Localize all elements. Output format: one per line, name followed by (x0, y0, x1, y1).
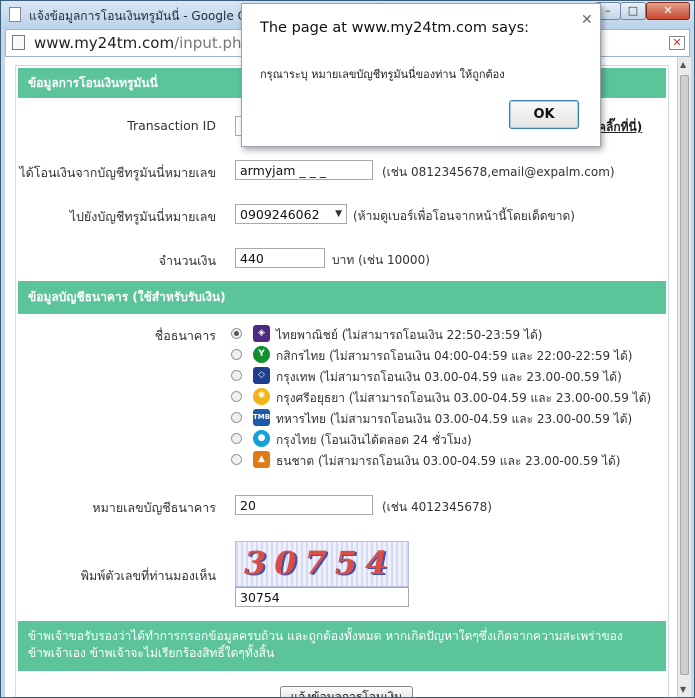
bank-option[interactable]: ✺ กรุงศรีอยุธยา (ไม่สามารถโอนเงิน 03.00-… (231, 387, 661, 407)
bank-radio[interactable] (231, 328, 242, 339)
from-account-hint: (เช่น 0812345678,email@expalm.com) (382, 165, 615, 179)
to-account-label: ไปยังบัญชีทรูมันนี่หมายเลข (69, 209, 216, 224)
amount-hint: บาท (เช่น 10000) (332, 253, 430, 267)
bank-radio[interactable] (231, 349, 242, 360)
scrollbar-thumb[interactable] (680, 75, 689, 675)
bank-radio[interactable] (231, 412, 242, 423)
kbank-logo-icon: Y (253, 346, 270, 363)
scrollbar[interactable]: ▲ ▼ (677, 57, 691, 697)
scb-logo-icon: ◈ (253, 325, 270, 342)
bank-option[interactable]: ◇ กรุงเทพ (ไม่สามารถโอนเงิน 03.00-04.59 … (231, 366, 661, 386)
account-number-hint: (เช่น 4012345678) (382, 500, 492, 514)
bank-radio[interactable] (231, 370, 242, 381)
from-account-input[interactable]: armyjam _ _ _ (235, 160, 373, 180)
transaction-label: Transaction ID (127, 118, 216, 133)
amount-label: จำนวนเงิน (158, 253, 216, 268)
dropdown-arrow-icon: ▼ (335, 209, 342, 219)
browser-window: แจ้งข้อมูลการโอนเงินทรูมันนี่ - Google C… (0, 0, 695, 698)
confirmation-notice: ข้าพเจ้าขอรับรองว่าได้ทำการกรอกข้อมูลครบ… (18, 621, 666, 671)
dialog-close-icon[interactable]: ✕ (581, 12, 593, 28)
click-here-link[interactable]: คลิ๊กที่นี่) (598, 118, 642, 137)
bank-radio[interactable] (231, 454, 242, 465)
scroll-up-icon[interactable]: ▲ (680, 60, 686, 69)
bank-radio[interactable] (231, 391, 242, 402)
page-icon (9, 7, 21, 22)
alert-dialog: The page at www.my24tm.com says: ✕ กรุณา… (241, 3, 601, 147)
bbl-logo-icon: ◇ (253, 367, 270, 384)
page-content: ข้อมูลการโอนเงินทรูมันนี่ Transaction ID… (5, 57, 677, 697)
ok-button[interactable]: OK (509, 100, 579, 129)
bank-label: ชื่อธนาคาร (154, 328, 216, 343)
captcha-label: พิมพ์ตัวเลขที่ท่านมองเห็น (80, 568, 216, 583)
bank-option[interactable]: TMB ทหารไทย (ไม่สามารถโอนเงิน 03.00-04.5… (231, 408, 661, 428)
section-header-bank: ข้อมูลบัญชีธนาคาร (ใช้สำหรับรับเงิน) (18, 281, 666, 314)
account-number-label: หมายเลขบัญชีธนาคาร (92, 500, 216, 515)
tmb-logo-icon: TMB (253, 409, 270, 426)
account-number-input[interactable]: 20 (235, 495, 373, 515)
submit-button[interactable]: แจ้งข้อมูลการโอนเงิน (280, 686, 413, 697)
bank-option[interactable]: ● กรุงไทย (โอนเงินได้ตลอด 24 ชั่วโมง) (231, 429, 661, 449)
bank-radio[interactable] (231, 433, 242, 444)
close-window-button[interactable]: ✕ (646, 2, 690, 20)
to-account-select[interactable]: 0909246062 ▼ (235, 204, 347, 224)
bank-option[interactable]: ▲ ธนชาต (ไม่สามารถโอนเงิน 03.00-04.59 แล… (231, 450, 661, 470)
from-account-label: ได้โอนเงินจากบัญชีทรูมันนี่หมายเลข (19, 165, 216, 180)
dialog-title: The page at www.my24tm.com says: (260, 20, 530, 36)
captcha-input[interactable]: 30754 (235, 587, 409, 607)
url-text: www.my24tm.com/input.php (34, 34, 252, 52)
bay-logo-icon: ✺ (253, 388, 270, 405)
document-icon (12, 35, 25, 50)
bank-option[interactable]: ◈ ไทยพาณิชย์ (ไม่สามารถโอนเงิน 22:50-23:… (231, 324, 661, 344)
ktb-logo-icon: ● (253, 430, 270, 447)
to-account-hint: (ห้ามดูเบอร์เพื่อโอนจากหน้านี้โดยเด็ดขาด… (353, 209, 575, 223)
dialog-message: กรุณาระบุ หมายเลขบัญชีทรูมันนี่ของท่าน ใ… (260, 68, 505, 81)
maximize-button[interactable]: □ (620, 2, 646, 20)
blocked-content-icon[interactable]: ✕ (669, 36, 685, 50)
bank-option[interactable]: Y กสิกรไทย (ไม่สามารถโอนเงิน 04:00-04:59… (231, 345, 661, 365)
amount-input[interactable]: 440 (235, 248, 325, 268)
scroll-down-icon[interactable]: ▼ (680, 685, 686, 694)
tbank-logo-icon: ▲ (253, 451, 270, 468)
form-container: ข้อมูลการโอนเงินทรูมันนี่ Transaction ID… (15, 65, 669, 697)
captcha-image: 30754 (235, 541, 409, 587)
